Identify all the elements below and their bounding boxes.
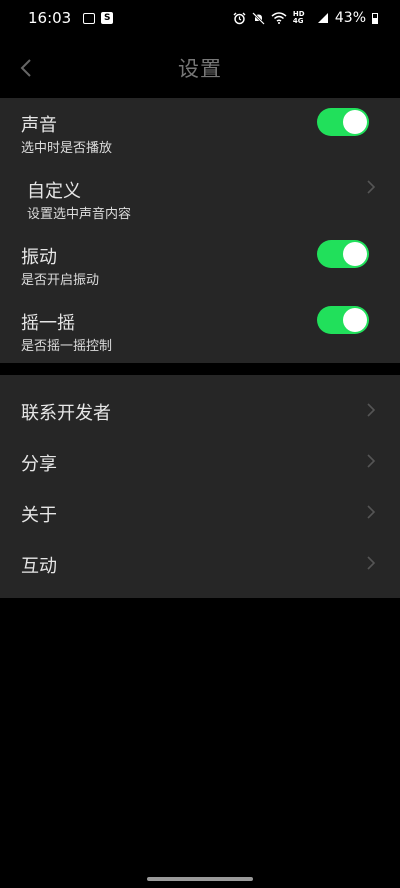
settings-group-misc: 联系开发者 分享 关于 互动 <box>0 375 400 598</box>
status-left: 16:03 S <box>28 9 114 27</box>
chevron-right-icon <box>367 180 376 194</box>
battery-percent: 43% <box>334 10 366 26</box>
menu-item-about[interactable]: 关于 <box>0 489 400 535</box>
signal-icon <box>317 13 328 23</box>
status-right: HD 4G 43% <box>233 10 378 26</box>
header: 设置 <box>0 38 400 98</box>
menu-item-label: 互动 <box>21 556 57 577</box>
vibration-toggle[interactable] <box>317 240 369 268</box>
setting-row-custom[interactable]: 自定义 设置选中声音内容 <box>0 168 400 228</box>
setting-title-vibration: 振动 <box>21 247 57 268</box>
back-button[interactable] <box>8 50 44 86</box>
menu-item-label: 分享 <box>21 454 57 475</box>
chevron-right-icon <box>367 454 376 468</box>
chevron-left-icon <box>20 59 31 77</box>
toggle-knob <box>343 242 367 266</box>
menu-item-share[interactable]: 分享 <box>0 438 400 484</box>
setting-subtitle-sound: 选中时是否播放 <box>21 141 113 156</box>
wifi-icon <box>271 12 287 24</box>
setting-title-shake: 摇一摇 <box>21 313 75 334</box>
setting-title-custom: 自定义 <box>27 181 81 202</box>
status-bar: 16:03 S HD 4G 43% <box>0 0 400 36</box>
setting-row-sound: 声音 选中时是否播放 <box>0 98 400 160</box>
page-title: 设置 <box>178 57 222 81</box>
setting-row-shake: 摇一摇 是否摇一摇控制 <box>0 300 400 362</box>
menu-item-label: 联系开发者 <box>21 403 111 424</box>
toggle-knob <box>343 110 367 134</box>
setting-subtitle-shake: 是否摇一摇控制 <box>21 339 113 354</box>
shake-toggle[interactable] <box>317 306 369 334</box>
alarm-icon <box>233 12 246 24</box>
settings-group-preferences: 声音 选中时是否播放 自定义 设置选中声音内容 振动 是否开启振动 摇一摇 是否… <box>0 98 400 363</box>
chevron-right-icon <box>367 505 376 519</box>
toggle-knob <box>343 308 367 332</box>
status-time: 16:03 <box>28 9 72 27</box>
setting-row-vibration: 振动 是否开启振动 <box>0 234 400 296</box>
sound-toggle[interactable] <box>317 108 369 136</box>
setting-title-sound: 声音 <box>21 115 57 136</box>
setting-subtitle-custom: 设置选中声音内容 <box>27 207 132 222</box>
s-app-icon: S <box>101 12 114 24</box>
mute-icon <box>251 11 265 25</box>
image-icon <box>83 12 96 24</box>
menu-item-contact-developer[interactable]: 联系开发者 <box>0 387 400 433</box>
home-indicator[interactable] <box>147 877 253 881</box>
menu-item-interact[interactable]: 互动 <box>0 540 400 586</box>
battery-icon <box>372 12 378 24</box>
setting-subtitle-vibration: 是否开启振动 <box>21 273 100 288</box>
chevron-right-icon <box>367 403 376 417</box>
menu-item-label: 关于 <box>21 505 57 526</box>
chevron-right-icon <box>367 556 376 570</box>
network-type: HD 4G <box>292 10 305 25</box>
